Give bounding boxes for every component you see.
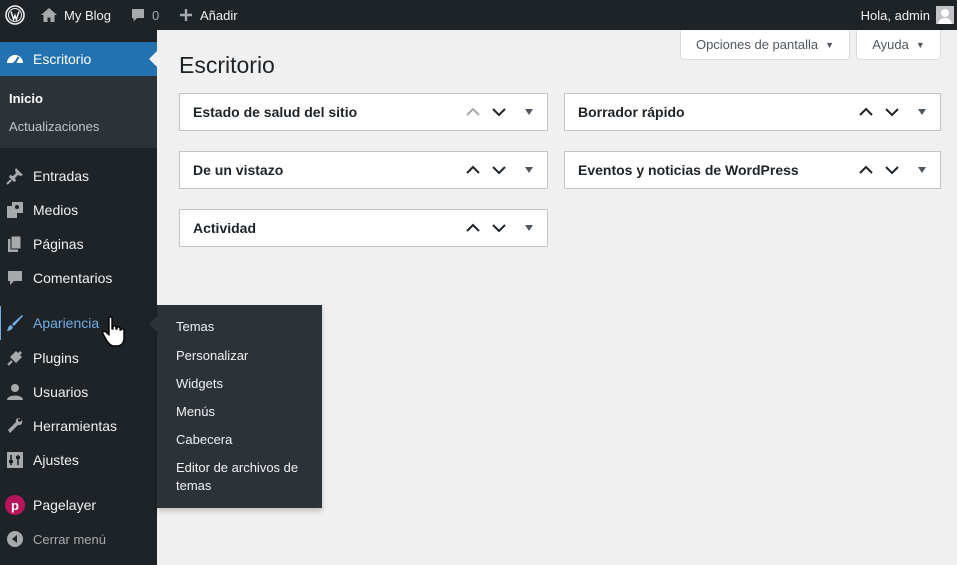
menu-item-label: Escritorio bbox=[33, 51, 92, 67]
widget-site-health[interactable]: Estado de salud del sitio bbox=[179, 93, 548, 131]
media-icon bbox=[5, 200, 25, 220]
menu-item-label: Herramientas bbox=[33, 418, 118, 434]
menu-item-pagelayer[interactable]: p Pagelayer bbox=[0, 488, 157, 522]
pagelayer-icon: p bbox=[5, 495, 25, 515]
dashboard-submenu: Inicio Actualizaciones bbox=[0, 76, 157, 148]
flyout-item-menus[interactable]: Menús bbox=[176, 403, 311, 421]
move-up-button[interactable] bbox=[463, 102, 483, 122]
widget-activity[interactable]: Actividad bbox=[179, 209, 548, 247]
move-down-button[interactable] bbox=[882, 102, 902, 122]
account-greeting: Hola, admin bbox=[860, 7, 930, 23]
move-down-button[interactable] bbox=[489, 102, 509, 122]
toggle-panel-button[interactable] bbox=[519, 218, 539, 238]
hand-pointer-cursor-icon bbox=[102, 316, 125, 347]
menu-item-usuarios[interactable]: Usuarios bbox=[0, 375, 157, 409]
my-account-link[interactable]: Hola, admin bbox=[861, 0, 954, 30]
collapse-arrow-icon bbox=[5, 529, 25, 549]
menu-item-herramientas[interactable]: Herramientas bbox=[0, 409, 157, 443]
screen-options-label: Opciones de pantalla bbox=[695, 37, 819, 52]
menu-item-entradas[interactable]: Entradas bbox=[0, 159, 157, 193]
toggle-panel-button[interactable] bbox=[912, 160, 932, 180]
screen-options-button[interactable]: Opciones de pantalla ▼ bbox=[680, 30, 850, 60]
site-name: My Blog bbox=[64, 7, 111, 23]
widget-title: De un vistazo bbox=[193, 162, 284, 178]
submenu-item-actualizaciones[interactable]: Actualizaciones bbox=[9, 119, 99, 134]
widget-events-news[interactable]: Eventos y noticias de WordPress bbox=[564, 151, 941, 189]
plugin-icon bbox=[5, 348, 25, 368]
help-button[interactable]: Ayuda ▼ bbox=[856, 30, 941, 60]
new-content-link[interactable]: Añadir bbox=[179, 0, 238, 30]
menu-item-medios[interactable]: Medios bbox=[0, 193, 157, 227]
avatar bbox=[936, 6, 954, 24]
move-down-button[interactable] bbox=[882, 160, 902, 180]
menu-item-plugins[interactable]: Plugins bbox=[0, 341, 157, 375]
toggle-panel-button[interactable] bbox=[519, 102, 539, 122]
paintbrush-icon bbox=[5, 313, 25, 333]
collapse-menu-label: Cerrar menú bbox=[33, 531, 106, 547]
menu-item-ajustes[interactable]: Ajustes bbox=[0, 443, 157, 477]
menu-item-dashboard[interactable]: Escritorio bbox=[0, 42, 157, 76]
comment-bubble-icon bbox=[132, 9, 144, 22]
move-up-button[interactable] bbox=[856, 102, 876, 122]
move-up-button[interactable] bbox=[856, 160, 876, 180]
widget-title: Actividad bbox=[193, 220, 257, 236]
widget-title: Estado de salud del sitio bbox=[193, 104, 358, 120]
menu-item-label: Entradas bbox=[33, 168, 90, 184]
admin-bar: My Blog 0 Añadir Hola, admin bbox=[0, 0, 957, 30]
menu-item-apariencia[interactable]: Apariencia bbox=[0, 306, 157, 340]
menu-item-paginas[interactable]: Páginas bbox=[0, 227, 157, 261]
comment-icon bbox=[5, 268, 25, 288]
submenu-item-inicio[interactable]: Inicio bbox=[9, 91, 43, 106]
menu-item-label: Usuarios bbox=[33, 384, 89, 400]
page-title: Escritorio bbox=[179, 52, 275, 78]
comments-link[interactable]: 0 bbox=[130, 0, 159, 30]
widget-title: Borrador rápido bbox=[578, 104, 685, 120]
wrench-icon bbox=[5, 416, 25, 436]
comments-count: 0 bbox=[152, 7, 160, 23]
move-up-button[interactable] bbox=[463, 160, 483, 180]
move-down-button[interactable] bbox=[489, 218, 509, 238]
menu-item-label: Apariencia bbox=[33, 315, 100, 331]
toggle-panel-button[interactable] bbox=[912, 102, 932, 122]
menu-item-label: Pagelayer bbox=[33, 497, 97, 513]
caret-down-icon: ▼ bbox=[915, 39, 925, 50]
pages-icon bbox=[5, 234, 25, 254]
appearance-flyout-submenu: Temas Personalizar Widgets Menús Cabecer… bbox=[149, 305, 322, 508]
wordpress-logo-icon bbox=[5, 5, 25, 25]
pushpin-icon bbox=[5, 166, 25, 186]
flyout-item-temas[interactable]: Temas bbox=[176, 318, 311, 336]
menu-item-label: Ajustes bbox=[33, 452, 79, 468]
widget-at-a-glance[interactable]: De un vistazo bbox=[179, 151, 548, 189]
site-name-link[interactable]: My Blog bbox=[40, 0, 111, 30]
settings-icon bbox=[5, 450, 25, 470]
dashboard-icon bbox=[5, 49, 25, 69]
flyout-item-personalizar[interactable]: Personalizar bbox=[176, 347, 311, 365]
flyout-item-theme-file-editor[interactable]: Editor de archivos de temas bbox=[176, 459, 311, 495]
menu-item-label: Medios bbox=[33, 202, 79, 218]
new-content-label: Añadir bbox=[200, 7, 238, 23]
menu-item-label: Comentarios bbox=[33, 270, 113, 286]
admin-sidebar: Escritorio Inicio Actualizaciones Entrad… bbox=[0, 30, 157, 565]
home-icon bbox=[41, 8, 57, 22]
wordpress-logo-button[interactable] bbox=[0, 0, 30, 30]
widget-quick-draft[interactable]: Borrador rápido bbox=[564, 93, 941, 131]
menu-item-comentarios[interactable]: Comentarios bbox=[0, 261, 157, 295]
user-icon bbox=[5, 382, 25, 402]
plus-icon bbox=[180, 9, 192, 21]
move-down-button[interactable] bbox=[489, 160, 509, 180]
menu-item-label: Plugins bbox=[33, 350, 79, 366]
widget-title: Eventos y noticias de WordPress bbox=[578, 162, 799, 178]
toggle-panel-button[interactable] bbox=[519, 160, 539, 180]
help-label: Ayuda bbox=[872, 37, 909, 52]
collapse-menu-button[interactable]: Cerrar menú bbox=[0, 522, 157, 556]
flyout-item-cabecera[interactable]: Cabecera bbox=[176, 431, 311, 449]
menu-item-label: Páginas bbox=[33, 236, 84, 252]
caret-down-icon: ▼ bbox=[825, 39, 835, 50]
move-up-button[interactable] bbox=[463, 218, 483, 238]
flyout-item-widgets[interactable]: Widgets bbox=[176, 375, 311, 393]
